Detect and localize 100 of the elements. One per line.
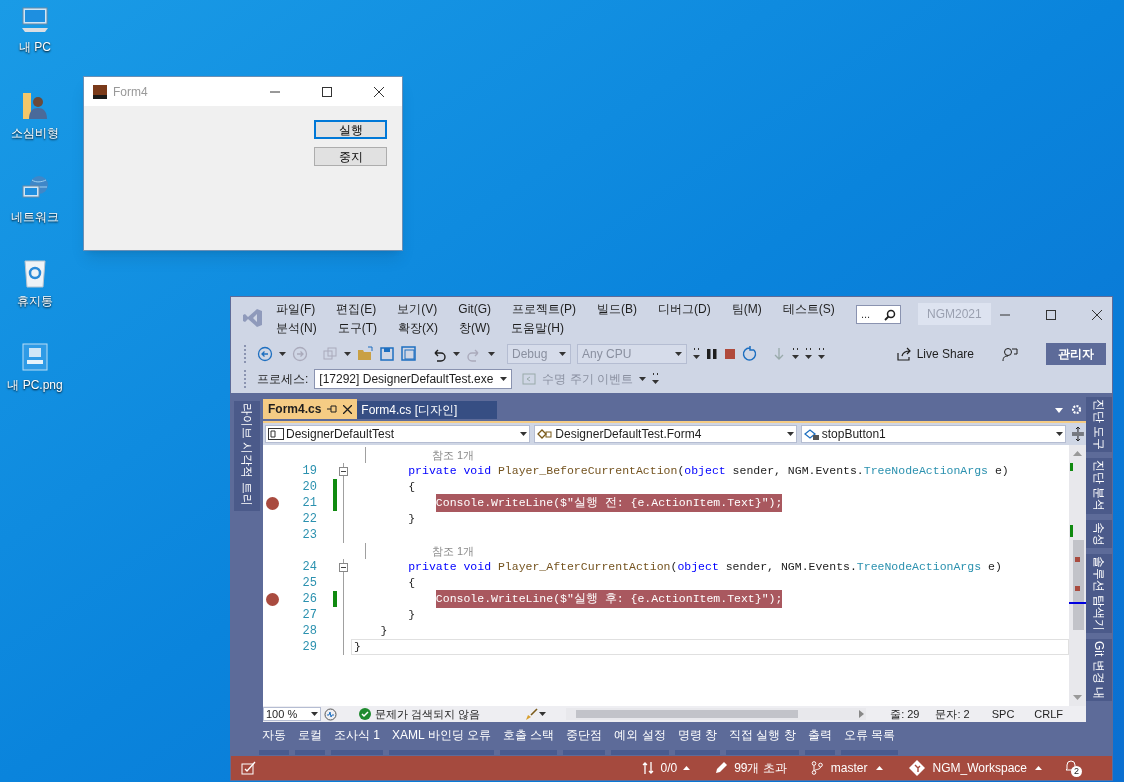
menu-item[interactable]: 팀(M) <box>731 300 762 319</box>
issues-status[interactable]: 문제가 검색되지 않음 <box>375 705 481 723</box>
zoom-dropdown[interactable]: 100 % <box>263 707 321 721</box>
vertical-scrollbar[interactable] <box>1069 445 1086 706</box>
stop-icon[interactable] <box>724 348 736 360</box>
dropdown-arrow-icon[interactable] <box>500 377 508 381</box>
computer-icon <box>20 6 50 34</box>
brush-icon[interactable] <box>525 707 540 721</box>
branch-icon[interactable] <box>810 761 823 775</box>
whitespace-indicator[interactable]: SPC <box>991 705 1015 723</box>
breakpoint-icon[interactable] <box>265 496 279 510</box>
tool-window-tab[interactable]: 속성 <box>1086 519 1112 548</box>
form-button[interactable]: 중지 <box>314 147 387 166</box>
dropdown-arrow-icon[interactable] <box>559 352 566 356</box>
navigation-dropdown[interactable]: DesignerDefaultTest.Form4 <box>534 425 797 443</box>
desktop-icon-label[interactable]: 내 PC.png <box>7 376 63 394</box>
pencil-icon[interactable] <box>714 761 729 775</box>
restart-icon[interactable] <box>742 346 758 362</box>
reference-count-link[interactable]: 참조 1개 <box>432 542 475 560</box>
repository-icon[interactable] <box>908 760 925 776</box>
dropdown-arrow-icon[interactable] <box>786 432 794 436</box>
search-box[interactable]: ... <box>856 305 901 324</box>
toolbar-grip[interactable] <box>244 370 248 388</box>
branch-name[interactable]: master <box>830 759 868 777</box>
breakpoint-icon[interactable] <box>265 592 279 606</box>
menu-item[interactable]: 테스트(S) <box>782 300 835 319</box>
tool-window-tab[interactable]: 솔루션 탐색기 <box>1086 553 1112 634</box>
menu-item[interactable]: 디버그(D) <box>658 300 711 319</box>
tool-window-tab[interactable]: 진단 분석 <box>1086 458 1112 514</box>
overflow-icon[interactable] <box>652 372 659 386</box>
menu-item[interactable]: 분석(N) <box>276 319 317 338</box>
unpushed-commits[interactable]: 99개 초과 <box>734 759 787 777</box>
menu-item[interactable]: 확장(X) <box>398 319 438 338</box>
dropdown-arrow-icon[interactable] <box>488 352 495 356</box>
pending-changes[interactable]: 0/0 <box>660 759 678 777</box>
health-icon[interactable] <box>324 707 337 721</box>
menu-item[interactable]: 프로젝트(P) <box>512 300 576 319</box>
document-tab[interactable]: Form4.cs <box>263 399 358 419</box>
column-indicator[interactable]: 문자: 2 <box>935 705 970 723</box>
process-dropdown[interactable]: [17292] DesignerDefaultTest.exe <box>314 369 513 389</box>
caret-up-icon[interactable] <box>875 766 883 770</box>
overflow-icon[interactable] <box>693 347 700 361</box>
navigation-dropdown[interactable]: DesignerDefaultTest <box>265 425 531 443</box>
caret-up-icon[interactable] <box>1035 766 1042 770</box>
tool-window-tab[interactable]: 라이브 시각적 트리 <box>234 401 260 511</box>
settings-icon[interactable] <box>1071 404 1082 415</box>
dropdown-arrow-icon[interactable] <box>1056 432 1064 436</box>
scrollbar-thumb[interactable] <box>1073 540 1084 630</box>
notification-bell-icon[interactable] <box>1064 759 1078 773</box>
caret-marker <box>1069 602 1086 604</box>
overflow-icon[interactable] <box>792 347 799 361</box>
feedback-icon[interactable] <box>1002 346 1018 362</box>
menu-item[interactable]: 빌드(B) <box>597 300 637 319</box>
line-indicator[interactable]: 줄: 29 <box>890 705 920 723</box>
dropdown-arrow-icon[interactable] <box>344 352 351 356</box>
pause-icon[interactable] <box>706 348 718 360</box>
live-share-button[interactable]: Live Share <box>895 345 974 363</box>
pin-icon[interactable] <box>327 405 338 413</box>
line-ending-indicator[interactable]: CRLF <box>1034 705 1064 723</box>
document-tab[interactable]: Form4.cs [디자인] <box>357 401 498 419</box>
dropdown-arrow-icon[interactable] <box>539 712 547 716</box>
sort-arrows-icon[interactable] <box>642 761 655 775</box>
close-icon[interactable] <box>374 86 384 97</box>
horizontal-scrollbar[interactable] <box>566 708 867 720</box>
save-all-icon[interactable] <box>401 346 417 362</box>
overflow-icon[interactable] <box>818 347 825 361</box>
menu-item[interactable]: 창(W) <box>459 319 491 338</box>
collapse-icon[interactable] <box>339 466 348 476</box>
menu-item[interactable]: 파일(F) <box>276 300 316 319</box>
caret-up-icon[interactable] <box>683 766 691 770</box>
overflow-icon[interactable] <box>805 347 812 361</box>
menu-item[interactable]: 도구(T) <box>337 319 377 338</box>
menu-item[interactable]: Git(G) <box>458 300 491 319</box>
menu-item[interactable]: 편집(E) <box>336 300 377 319</box>
save-icon[interactable] <box>379 346 395 362</box>
scrollbar-thumb[interactable] <box>576 710 799 718</box>
close-icon[interactable] <box>1092 310 1102 320</box>
toolbar-grip[interactable] <box>244 345 248 363</box>
dropdown-arrow-icon[interactable] <box>675 352 682 356</box>
maximize-icon[interactable] <box>1046 310 1056 320</box>
reference-count-link[interactable]: 참조 1개 <box>432 446 475 464</box>
scroll-right-icon[interactable] <box>859 710 865 718</box>
tool-window-tab[interactable]: Git 변경 내 <box>1086 639 1112 702</box>
form-button[interactable]: 실행 <box>314 120 387 139</box>
back-icon[interactable] <box>257 346 273 362</box>
close-icon[interactable] <box>343 404 353 414</box>
user-folder-icon <box>20 90 50 120</box>
maximize-icon[interactable] <box>322 86 332 97</box>
dropdown-arrow-icon[interactable] <box>453 352 460 356</box>
collapse-icon[interactable] <box>339 562 348 572</box>
tool-window-tab[interactable]: 진단 도구 <box>1086 397 1112 453</box>
split-icon[interactable] <box>1072 427 1084 441</box>
dropdown-arrow-icon[interactable] <box>311 712 318 716</box>
menu-item[interactable]: 보기(V) <box>397 300 438 319</box>
repository-name[interactable]: NGM_Workspace <box>932 759 1027 777</box>
dropdown-arrow-icon[interactable] <box>520 432 528 436</box>
dropdown-arrow-icon[interactable] <box>279 352 286 356</box>
menu-item[interactable]: 도움말(H) <box>511 319 564 338</box>
dropdown-arrow-icon[interactable] <box>639 377 646 381</box>
navigation-dropdown[interactable]: stopButton1 <box>800 425 1067 443</box>
